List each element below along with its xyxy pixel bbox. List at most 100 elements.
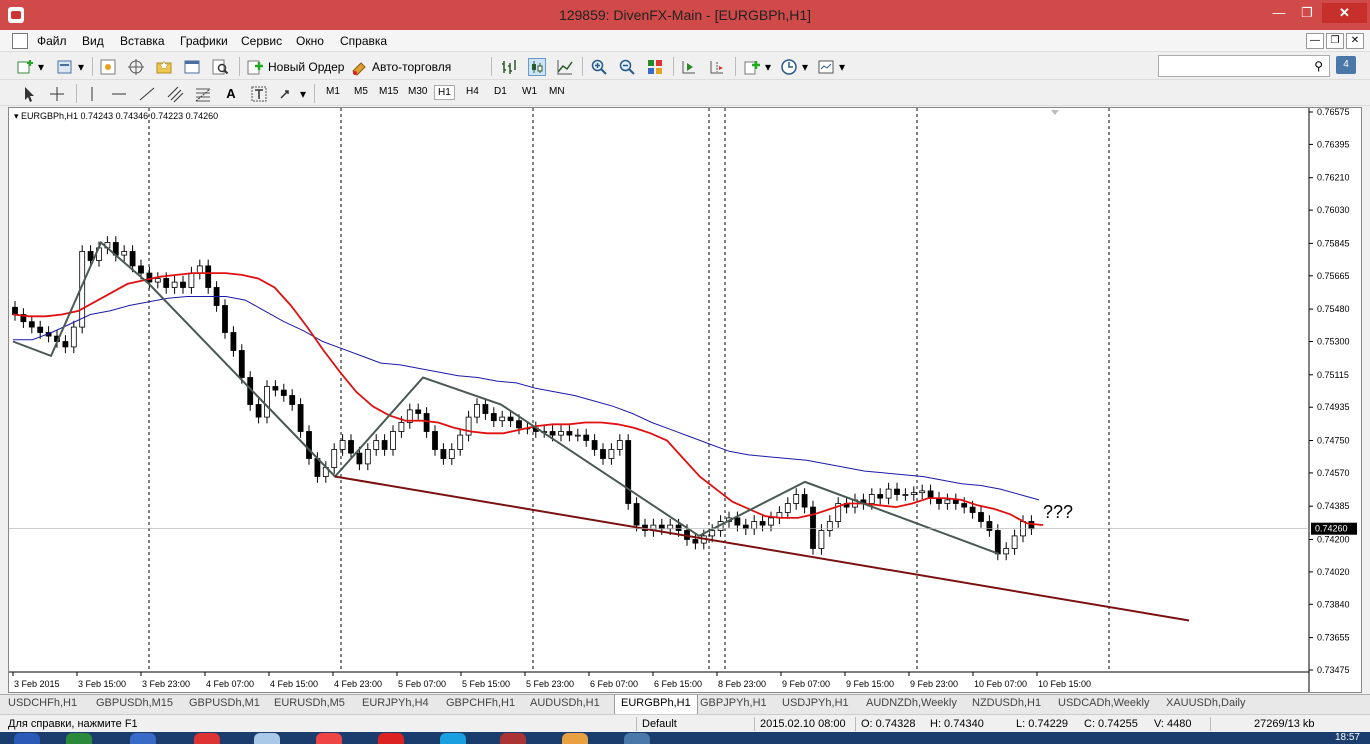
label-tool[interactable] <box>250 83 268 104</box>
price-tick-label: 0.74750 <box>1317 436 1350 446</box>
mdi-minimize-button[interactable]: — <box>1306 33 1324 49</box>
zoom-in-button[interactable] <box>590 56 608 77</box>
indicators-button[interactable]: ▾ <box>743 56 771 77</box>
cursor-tool[interactable] <box>20 83 38 104</box>
candle-body <box>289 395 296 405</box>
timeframe-m15[interactable]: M15 <box>376 85 401 98</box>
toolbar-separator <box>239 57 240 76</box>
auto-trading-button[interactable]: Авто-торговля <box>350 56 451 77</box>
equidistant-channel-tool[interactable] <box>166 83 184 104</box>
chart-header: ▾ EURGBPh,H1 0.74243 0.74346 0.74223 0.7… <box>14 111 218 122</box>
menu-tools[interactable]: Сервис <box>241 34 282 48</box>
crosshair-tool[interactable] <box>48 83 66 104</box>
chart-tab[interactable]: GBPUSDh,M15 <box>96 697 173 709</box>
candlestick-button[interactable] <box>528 56 546 77</box>
tile-windows-button[interactable] <box>646 56 664 77</box>
candle-body <box>927 490 934 499</box>
status-profile[interactable]: Default <box>642 718 677 730</box>
close-button[interactable]: ✕ <box>1322 3 1367 23</box>
chart-tab[interactable]: USDCADh,Weekly <box>1058 697 1150 709</box>
taskbar-app-icon[interactable] <box>316 733 342 744</box>
taskbar-app-icon[interactable] <box>624 733 650 744</box>
menu-file[interactable]: Файл <box>37 34 67 48</box>
taskbar-app-icon[interactable] <box>500 733 526 744</box>
periods-button[interactable]: ▾ <box>780 56 808 77</box>
chart-tab[interactable]: GBPJPYh,H1 <box>700 697 767 709</box>
timeframe-h1[interactable]: H1 <box>434 85 455 100</box>
search-input[interactable]: ⚲ <box>1158 55 1330 77</box>
chart-area[interactable]: 0.76575 0.76395 0.76210 0.76030 0.75845 0.756… <box>8 107 1362 693</box>
taskbar-app-icon[interactable] <box>378 733 404 744</box>
templates-button[interactable]: ▾ <box>817 56 845 77</box>
profiles-button[interactable]: ▾ <box>56 56 84 77</box>
chart-tab[interactable]: AUDUSDh,H1 <box>530 697 600 709</box>
candle-body <box>364 449 371 465</box>
chart-shift-button[interactable] <box>708 56 726 77</box>
timeframe-w1[interactable]: W1 <box>519 85 540 98</box>
chart-tab[interactable]: GBPUSDh,M1 <box>189 697 260 709</box>
strategy-tester-button[interactable] <box>211 56 229 77</box>
menu-insert[interactable]: Вставка <box>120 34 165 48</box>
data-window-button[interactable] <box>127 56 145 77</box>
new-order-button[interactable]: Новый Ордер <box>246 56 344 77</box>
taskbar-app-icon[interactable] <box>66 733 92 744</box>
menu-view[interactable]: Вид <box>82 34 104 48</box>
trendline-tool[interactable] <box>138 83 156 104</box>
menu-help[interactable]: Справка <box>340 34 387 48</box>
windows-taskbar: 18:57 <box>0 732 1370 744</box>
price-tick-label: 0.75300 <box>1317 337 1350 347</box>
fibonacci-tool[interactable] <box>194 83 212 104</box>
timeframe-m1[interactable]: M1 <box>323 85 343 98</box>
timeframe-mn[interactable]: MN <box>546 85 568 98</box>
timeframe-h4[interactable]: H4 <box>463 85 482 98</box>
mdi-close-button[interactable]: ✕ <box>1346 33 1364 49</box>
menu-charts[interactable]: Графики <box>180 34 228 48</box>
zoom-out-button[interactable] <box>618 56 636 77</box>
market-watch-button[interactable] <box>99 56 117 77</box>
start-icon[interactable] <box>14 733 40 744</box>
timeframe-m5[interactable]: M5 <box>351 85 371 98</box>
timeframe-d1[interactable]: D1 <box>491 85 510 98</box>
bar-chart-button[interactable] <box>500 56 518 77</box>
taskbar-app-icon[interactable] <box>562 733 588 744</box>
line-chart-button[interactable] <box>556 56 574 77</box>
chart-tab[interactable]: EURGBPh,H1 <box>614 695 698 715</box>
candle-body <box>70 326 77 348</box>
text-tool[interactable]: A <box>222 83 240 104</box>
horizontal-line-tool[interactable] <box>110 83 128 104</box>
navigator-button[interactable] <box>155 56 173 77</box>
price-tick-label: 0.76030 <box>1317 205 1350 215</box>
price-chart[interactable]: 0.76575 0.76395 0.76210 0.76030 0.75845 0.756… <box>9 107 1361 692</box>
chart-window-icon[interactable] <box>12 33 28 49</box>
candle-body <box>801 494 808 508</box>
candle-body <box>415 409 422 414</box>
candle-body <box>994 530 1001 555</box>
timeframe-m30[interactable]: M30 <box>405 85 430 98</box>
bar-chart-icon <box>500 58 518 76</box>
maximize-button[interactable]: ❐ <box>1294 3 1320 23</box>
search-icon[interactable]: ⚲ <box>1314 59 1323 73</box>
chart-tab[interactable]: USDCHFh,H1 <box>8 697 77 709</box>
chart-tab[interactable]: AUDNZDh,Weekly <box>866 697 957 709</box>
vertical-line-tool[interactable] <box>83 83 101 104</box>
chart-tab[interactable]: NZDUSDh,H1 <box>972 697 1041 709</box>
chart-header-text: EURGBPh,H1 0.74243 0.74346 0.74223 0.742… <box>21 111 219 121</box>
chart-tab[interactable]: EURJPYh,H4 <box>362 697 429 709</box>
auto-scroll-button[interactable] <box>680 56 698 77</box>
chart-tab[interactable]: XAUUSDh,Daily <box>1166 697 1245 709</box>
mdi-restore-button[interactable]: ❐ <box>1326 33 1344 49</box>
minimize-button[interactable]: — <box>1266 3 1292 23</box>
chart-tab[interactable]: USDJPYh,H1 <box>782 697 849 709</box>
taskbar-app-icon[interactable] <box>440 733 466 744</box>
new-chart-button[interactable]: ▾ <box>16 56 44 77</box>
chart-tab[interactable]: GBPCHFh,H1 <box>446 697 515 709</box>
candle-body <box>129 251 136 267</box>
taskbar-app-icon[interactable] <box>254 733 280 744</box>
notifications-badge[interactable]: 4 <box>1336 56 1356 74</box>
taskbar-app-icon[interactable] <box>130 733 156 744</box>
terminal-button[interactable] <box>183 56 201 77</box>
taskbar-app-icon[interactable] <box>194 733 220 744</box>
menu-window[interactable]: Окно <box>296 34 324 48</box>
arrows-tool[interactable]: ▾ <box>278 83 306 104</box>
chart-tab[interactable]: EURUSDh,M5 <box>274 697 345 709</box>
